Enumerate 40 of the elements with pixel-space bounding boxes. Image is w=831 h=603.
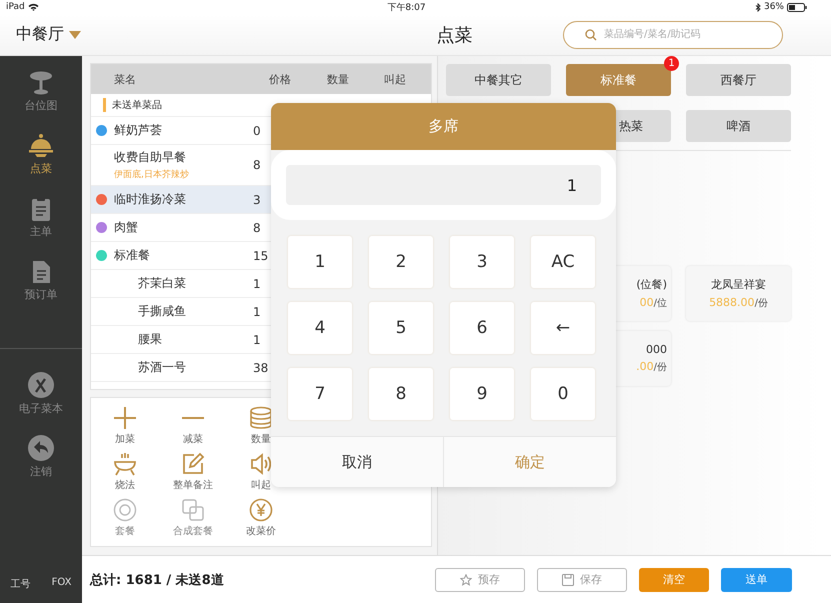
column-header: 数量 — [327, 72, 350, 86]
dish-price: 15 — [253, 248, 268, 262]
status-time: 下午8:07 — [387, 2, 426, 14]
dish-price: 8 — [253, 158, 261, 172]
dish-price: 00/位 — [640, 296, 667, 310]
dish-title: (位餐) — [636, 277, 667, 292]
dish-title: 000 — [646, 343, 667, 356]
section-title: 未送单菜品 — [112, 98, 162, 112]
dish-price: 8 — [253, 220, 261, 234]
dish-name: 手撕咸鱼 — [138, 303, 187, 320]
dish-name: 腰果 — [138, 331, 163, 348]
dish-title: 龙凤呈祥宴 — [711, 277, 766, 292]
dish-price: 1 — [253, 276, 261, 290]
column-header: 价格 — [269, 72, 292, 86]
dish-price: 0 — [253, 124, 261, 138]
dish-price: 38 — [253, 360, 268, 374]
staff-label: 工号 — [10, 578, 31, 591]
dish-price: 5888.00/份 — [709, 296, 768, 310]
dish-name: 芥茉白菜 — [138, 275, 187, 292]
page-title: 点菜 — [436, 24, 474, 46]
order-total: 总计: 1681 / 未送8道 — [90, 572, 225, 588]
dish-name: 临时淮扬冷菜 — [114, 191, 187, 208]
dish-name: 鲜奶芦荟 — [114, 122, 163, 139]
dish-name: 肉蟹 — [114, 219, 139, 236]
staff-id: FOX — [52, 577, 72, 590]
display-value: 1 — [566, 176, 577, 194]
carrier-label: iPad — [6, 2, 25, 12]
dish-price: .00/份 — [636, 360, 667, 374]
count-badge: 1 — [664, 56, 679, 71]
dish-price: 1 — [253, 304, 261, 318]
dish-price: 1 — [253, 332, 261, 346]
dish-note: 伊面底,日本芥辣炒 — [114, 168, 190, 181]
column-header: 菜名 — [114, 72, 137, 86]
battery-percent: 36% — [764, 2, 784, 12]
dish-name: 苏酒一号 — [138, 359, 187, 376]
dish-name: 标准餐 — [114, 247, 151, 264]
dish-name: 收费自助早餐 — [114, 149, 187, 166]
dialog-title: 多席 — [428, 117, 458, 136]
dish-price: 3 — [253, 192, 261, 206]
column-header: 叫起 — [384, 72, 406, 86]
